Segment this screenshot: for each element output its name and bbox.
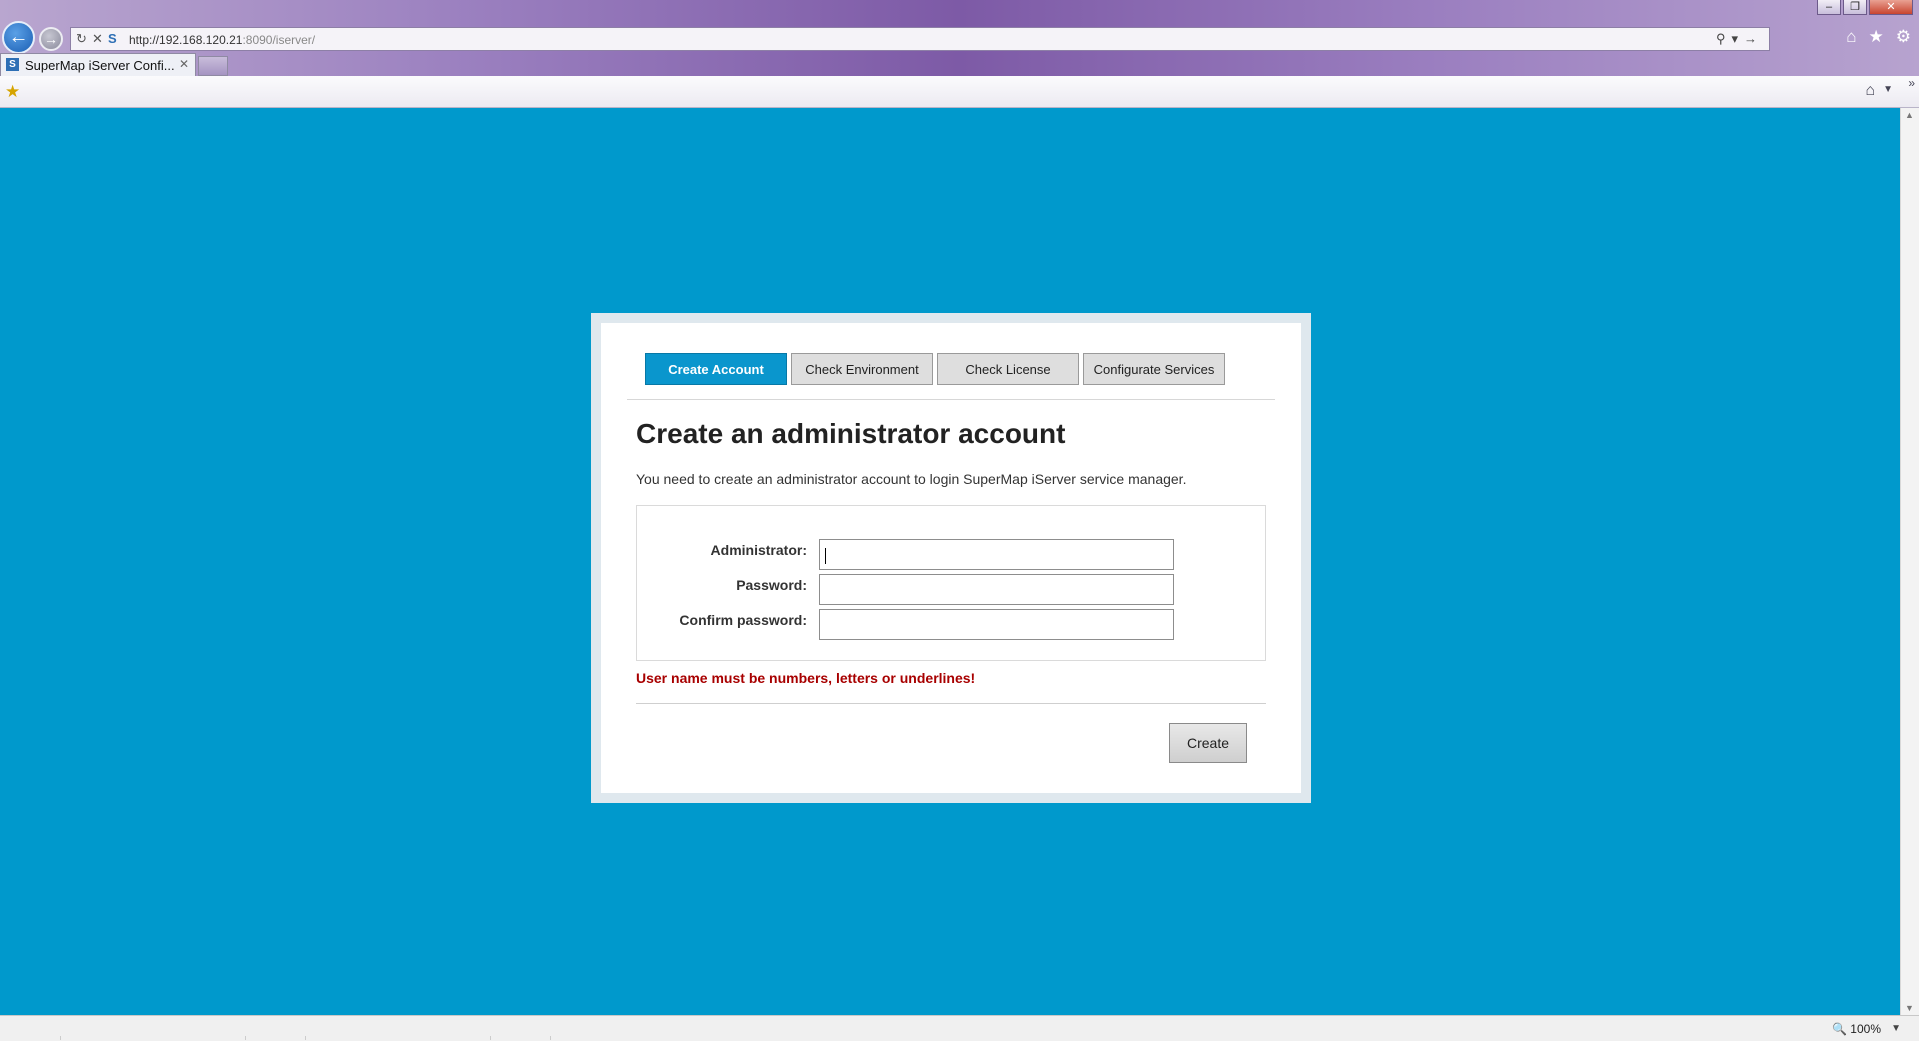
divider bbox=[627, 399, 1275, 400]
tab-check-environment[interactable]: Check Environment bbox=[791, 353, 933, 385]
password-label: Password: bbox=[736, 577, 807, 593]
browser-tab-title: SuperMap iServer Confi... bbox=[25, 58, 175, 73]
scroll-up-icon[interactable]: ▲ bbox=[1905, 110, 1914, 120]
favorites-bar: ★ ⌂ ▼ » bbox=[0, 76, 1919, 108]
address-url[interactable]: http://192.168.120.21:8090/iserver/ bbox=[129, 33, 315, 47]
refresh-icon[interactable]: ↻ bbox=[76, 31, 87, 47]
wizard-steps: Create Account Check Environment Check L… bbox=[645, 353, 1225, 385]
status-divider bbox=[490, 1036, 491, 1040]
arrow-right-icon: → bbox=[44, 31, 58, 47]
status-divider bbox=[245, 1036, 246, 1040]
forward-button[interactable]: → bbox=[39, 27, 63, 51]
tab-strip: S SuperMap iServer Confi... ✕ bbox=[0, 53, 1919, 76]
gear-icon[interactable]: ⚙ bbox=[1896, 27, 1911, 47]
new-tab-button[interactable] bbox=[198, 56, 228, 76]
stop-icon[interactable]: ✕ bbox=[92, 31, 103, 47]
divider bbox=[636, 703, 1266, 704]
wizard-panel-frame: Create Account Check Environment Check L… bbox=[591, 313, 1311, 803]
administrator-label: Administrator: bbox=[710, 542, 807, 558]
minimize-button[interactable]: – bbox=[1817, 0, 1841, 15]
navigation-bar: ← → ↻ ✕ S http://192.168.120.21:8090/ise… bbox=[0, 21, 1919, 55]
vertical-scrollbar[interactable]: ▲ ▼ bbox=[1900, 108, 1919, 1015]
window-controls: – ❐ ✕ bbox=[1817, 0, 1913, 15]
page-viewport: Create Account Check Environment Check L… bbox=[0, 108, 1900, 1015]
account-form: Administrator: Password: Confirm passwor… bbox=[636, 505, 1266, 661]
page-description: You need to create an administrator acco… bbox=[636, 471, 1187, 487]
address-bar[interactable]: ↻ ✕ S http://192.168.120.21:8090/iserver… bbox=[70, 27, 1770, 51]
restore-button[interactable]: ❐ bbox=[1843, 0, 1867, 15]
confirm-password-input[interactable] bbox=[819, 609, 1174, 640]
chevron-down-icon[interactable]: ▼ bbox=[1883, 84, 1893, 95]
status-divider bbox=[60, 1036, 61, 1040]
status-bar: 🔍 100% ▼ bbox=[0, 1015, 1919, 1041]
site-favicon-icon: S bbox=[108, 31, 117, 46]
tab-create-account[interactable]: Create Account bbox=[645, 353, 787, 385]
tab-check-license[interactable]: Check License bbox=[937, 353, 1079, 385]
search-go-icon[interactable]: ⚲▾→ bbox=[1716, 31, 1763, 47]
wizard-panel: Create Account Check Environment Check L… bbox=[601, 323, 1301, 793]
browser-tab[interactable]: S SuperMap iServer Confi... ✕ bbox=[0, 53, 196, 76]
chevron-down-icon[interactable]: ▼ bbox=[1891, 1023, 1901, 1034]
back-button[interactable]: ← bbox=[2, 21, 35, 54]
validation-error: User name must be numbers, letters or un… bbox=[636, 670, 976, 686]
close-window-button[interactable]: ✕ bbox=[1869, 0, 1913, 15]
site-favicon-icon: S bbox=[6, 58, 19, 71]
text-caret bbox=[825, 548, 826, 564]
create-button[interactable]: Create bbox=[1169, 723, 1247, 763]
confirm-password-label: Confirm password: bbox=[679, 612, 807, 628]
home-icon[interactable]: ⌂ bbox=[1846, 27, 1856, 47]
status-divider bbox=[550, 1036, 551, 1040]
status-divider bbox=[305, 1036, 306, 1040]
administrator-input[interactable] bbox=[819, 539, 1174, 570]
browser-tools: ⌂ ★ ⚙ bbox=[1846, 27, 1911, 47]
add-favorites-icon[interactable]: ★ bbox=[5, 82, 20, 102]
browser-title-bar: – ❐ ✕ ← → ↻ ✕ S http://192.168.120.21:80… bbox=[0, 0, 1919, 76]
password-input[interactable] bbox=[819, 574, 1174, 605]
zoom-level[interactable]: 🔍 100% bbox=[1832, 1022, 1881, 1036]
favorites-star-icon[interactable]: ★ bbox=[1869, 27, 1884, 47]
scroll-down-icon[interactable]: ▼ bbox=[1905, 1003, 1914, 1013]
home-page-icon[interactable]: ⌂ bbox=[1865, 82, 1875, 100]
arrow-left-icon: ← bbox=[8, 26, 29, 48]
close-icon[interactable]: ✕ bbox=[179, 57, 189, 71]
zoom-value: 100% bbox=[1850, 1022, 1881, 1036]
chevron-right-icon[interactable]: » bbox=[1908, 76, 1915, 90]
tab-configurate-services[interactable]: Configurate Services bbox=[1083, 353, 1225, 385]
page-title: Create an administrator account bbox=[636, 418, 1066, 449]
